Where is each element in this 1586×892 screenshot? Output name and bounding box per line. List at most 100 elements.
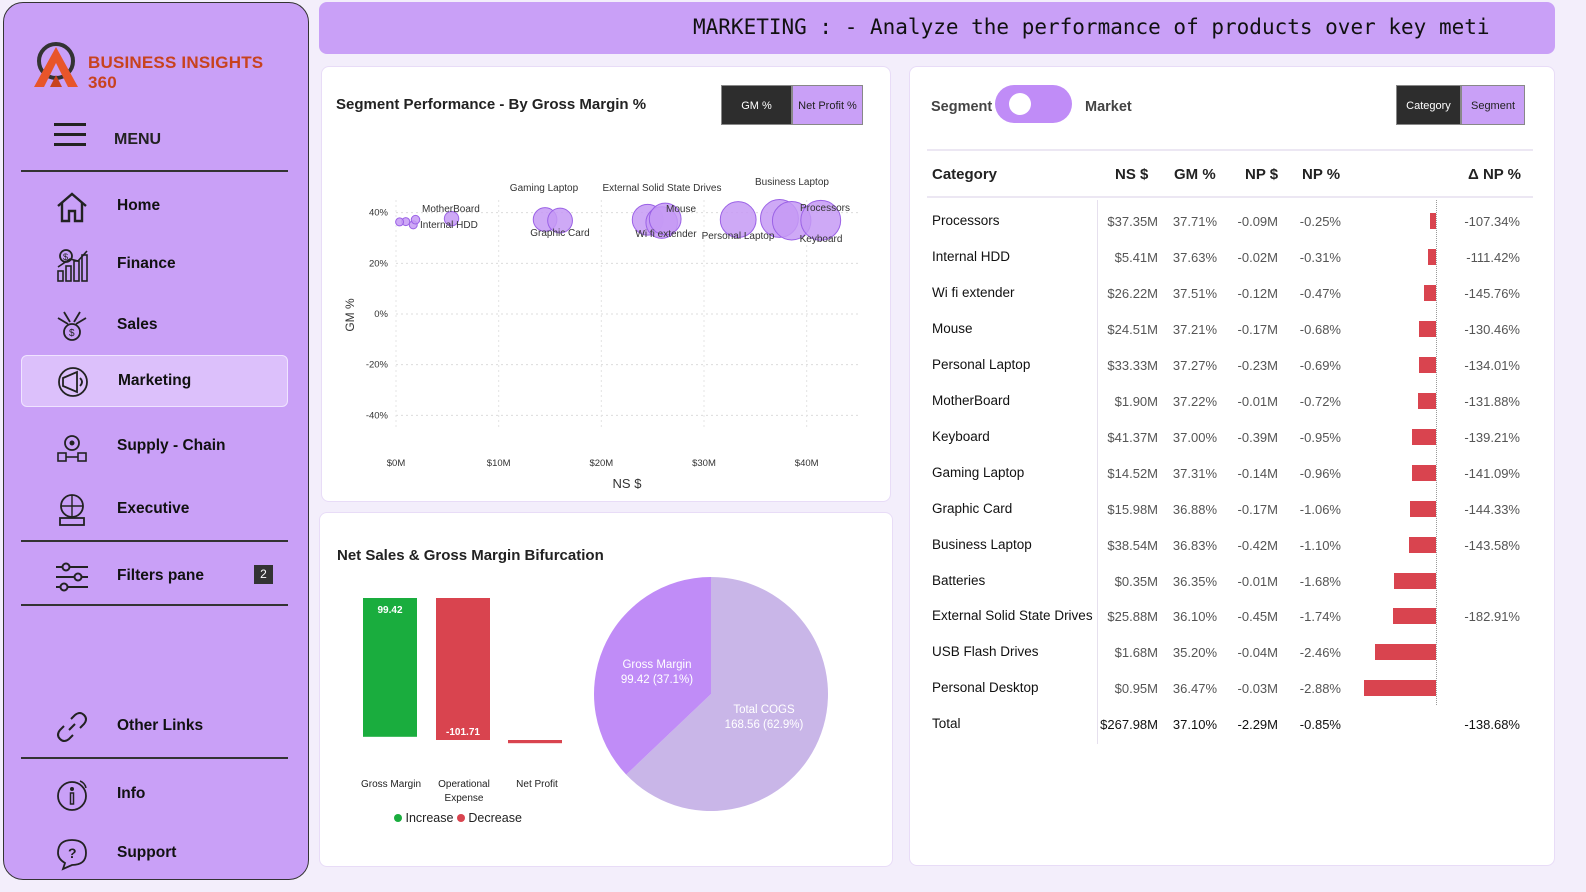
header-category[interactable]: Category: [932, 166, 997, 183]
header-gm[interactable]: GM %: [1174, 166, 1216, 183]
table-cell-gm: 37.00%: [1172, 430, 1217, 445]
table-cell-ns: $37.35M: [1107, 214, 1158, 229]
table-row-category[interactable]: Graphic Card: [932, 501, 1012, 516]
link-icon: [54, 709, 90, 745]
table-cell-dnp: -131.88%: [1464, 394, 1520, 409]
toggle-right-label: Market: [1085, 99, 1132, 115]
np-percent-bar: [1418, 357, 1436, 373]
executive-icon: [54, 492, 90, 528]
table-cell-npd: -0.09M: [1237, 214, 1278, 229]
np-percent-bar: [1408, 537, 1436, 553]
np-percent-bar: [1364, 680, 1436, 696]
table-row-category[interactable]: Personal Desktop: [932, 680, 1039, 695]
bubble-label: Mouse: [666, 204, 696, 215]
sidebar-item-supply-chain[interactable]: Supply - Chain: [21, 421, 288, 473]
sidebar-item-marketing[interactable]: Marketing: [21, 355, 288, 407]
table-cell-dnp: -134.01%: [1464, 358, 1520, 373]
segment-button[interactable]: Segment: [1461, 85, 1525, 125]
bubble-label: Business Laptop: [755, 177, 829, 188]
table-cell-ns: $1.68M: [1114, 645, 1158, 660]
table-row-category[interactable]: External Solid State Drives: [932, 608, 1093, 623]
table-cell-npp: -1.68%: [1299, 574, 1341, 589]
bar-axis-line: [1436, 200, 1437, 705]
bubble-point: [395, 217, 405, 227]
table-cell-ns: $38.54M: [1107, 538, 1158, 553]
table-row-category[interactable]: MotherBoard: [932, 393, 1010, 408]
np-percent-bar: [1374, 644, 1436, 660]
table-cell-ns: $33.33M: [1107, 358, 1158, 373]
table-row-category[interactable]: Keyboard: [932, 429, 990, 444]
home-icon: [54, 189, 90, 225]
table-cell-dnp: -144.33%: [1464, 502, 1520, 517]
table-row-category[interactable]: Internal HDD: [932, 249, 1010, 264]
sidebar-item-home[interactable]: Home: [21, 181, 288, 233]
table-cell-npd: -0.01M: [1237, 574, 1278, 589]
np-percent-bar: [1424, 285, 1436, 301]
bubble-point: [410, 214, 421, 225]
bubble-label: Keyboard: [800, 234, 843, 245]
table-cell-npp: -0.72%: [1299, 394, 1341, 409]
table-cell-dnp: -130.46%: [1464, 322, 1520, 337]
table-cell-npp: -2.88%: [1299, 681, 1341, 696]
table-cell-gm: 36.47%: [1172, 681, 1217, 696]
table-cell-gm: 36.88%: [1172, 502, 1217, 517]
table-row-category[interactable]: Wi fi extender: [932, 285, 1015, 300]
table-cell-npd: -0.01M: [1237, 394, 1278, 409]
banner-text: MARKETING : - Analyze the performance of…: [693, 15, 1490, 39]
hamburger-icon[interactable]: [54, 121, 88, 154]
header-np-dollar[interactable]: NP $: [1245, 166, 1278, 183]
table-cell-gm: 35.20%: [1172, 645, 1217, 660]
bubble-label: MotherBoard: [422, 204, 480, 215]
table-row-category[interactable]: USB Flash Drives: [932, 644, 1039, 659]
category-button[interactable]: Category: [1396, 85, 1461, 125]
x-tick-label: $0M: [387, 458, 406, 469]
filters-icon: [54, 559, 90, 595]
table-row-category[interactable]: Personal Laptop: [932, 357, 1030, 372]
header-np-percent[interactable]: NP %: [1302, 166, 1340, 183]
segment-market-toggle[interactable]: [995, 85, 1072, 123]
header-delta-np[interactable]: Δ NP %: [1468, 166, 1521, 183]
pie-label: Gross Margin: [622, 659, 691, 671]
table-cell-ns: $267.98M: [1100, 717, 1158, 732]
x-tick-label: $30M: [692, 458, 716, 469]
np-percent-bar: [1412, 465, 1436, 481]
sidebar-item-sales[interactable]: $ Sales: [21, 300, 288, 352]
y-tick-label: -40%: [366, 410, 389, 421]
sidebar-item-label: Home: [117, 197, 161, 214]
table-cell-npp: -0.85%: [1299, 717, 1341, 732]
sidebar-item-other-links[interactable]: Other Links: [21, 701, 288, 753]
sidebar-item-support[interactable]: ? Support: [21, 828, 288, 880]
table-row-category[interactable]: Business Laptop: [932, 537, 1032, 552]
bubble-label: Processors: [800, 203, 850, 214]
sidebar-item-finance[interactable]: $ Finance: [21, 239, 288, 291]
table-row-category[interactable]: Batteries: [932, 573, 985, 588]
table-row-category[interactable]: Gaming Laptop: [932, 465, 1024, 480]
sidebar-item-label: Sales: [117, 316, 158, 333]
table-cell-npd: -2.29M: [1237, 717, 1278, 732]
sidebar-item-info[interactable]: Info: [21, 769, 288, 821]
header-ns[interactable]: NS $: [1115, 166, 1148, 183]
sidebar-item-filters-pane[interactable]: Filters pane 2: [21, 551, 288, 603]
table-cell-ns: $14.52M: [1107, 466, 1158, 481]
table-cell-npp: -1.74%: [1299, 609, 1341, 624]
page-banner: MARKETING : - Analyze the performance of…: [319, 2, 1555, 54]
bubble-label: Graphic Card: [530, 228, 589, 239]
sidebar-item-executive[interactable]: Executive: [21, 484, 288, 536]
np-percent-bar: [1412, 429, 1436, 445]
table-cell-npd: -0.17M: [1237, 502, 1278, 517]
bubble-label: External Solid State Drives: [603, 183, 722, 194]
filters-count-badge: 2: [254, 565, 273, 584]
total-row-label[interactable]: Total: [932, 716, 961, 731]
table-row-category[interactable]: Mouse: [932, 321, 973, 336]
sidebar-item-label: Info: [117, 785, 146, 802]
toggle-knob: [1009, 93, 1031, 115]
table-row-category[interactable]: Processors: [932, 213, 1000, 228]
table-cell-gm: 37.51%: [1172, 286, 1217, 301]
support-icon: ?: [54, 836, 90, 872]
pie-label: Total COGS: [733, 704, 795, 716]
sidebar-item-label: Supply - Chain: [117, 437, 226, 454]
y-tick-label: 40%: [369, 208, 389, 219]
sidebar-item-label: Executive: [117, 500, 190, 517]
table-cell-npp: -0.68%: [1299, 322, 1341, 337]
table-cell-npp: -1.06%: [1299, 502, 1341, 517]
